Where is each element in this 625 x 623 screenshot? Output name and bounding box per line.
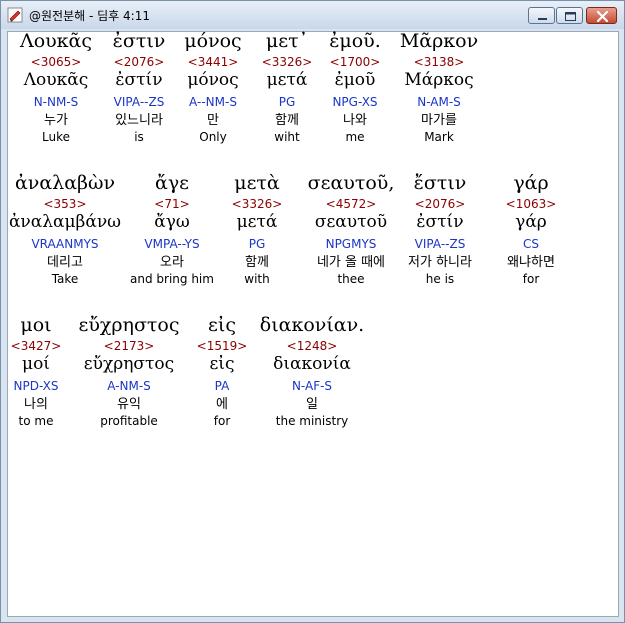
greek-word: διακονίαν.	[259, 314, 365, 336]
maximize-button[interactable]	[556, 7, 583, 24]
maximize-icon	[565, 12, 576, 21]
english-gloss: for	[522, 272, 540, 286]
morph-code: N-AF-S	[291, 379, 333, 393]
korean-gloss: 왜냐하면	[507, 255, 555, 270]
morph-code: CS	[523, 237, 539, 251]
morph-code: VRAANMYS	[31, 237, 99, 251]
korean-gloss: 일	[306, 397, 318, 412]
word-column[interactable]: Μᾶρκον <3138> Μάρκος N-AM-S 마가를 Mark	[379, 32, 499, 146]
word-column[interactable]: διακονίαν. <1248> διακονία N-AF-S 일 the minis…	[252, 316, 372, 430]
lemma-word: ἀναλαμβάνω	[8, 212, 122, 232]
greek-word: γάρ	[513, 172, 549, 194]
english-gloss: the ministry	[275, 414, 349, 428]
window-title: @원전분해 - 딤후 4:11	[29, 9, 150, 23]
app-window: @원전분해 - 딤후 4:11 Λουκᾶς <3065> Λουκᾶς N-NM-S…	[0, 0, 625, 623]
app-pen-icon[interactable]	[7, 7, 23, 23]
korean-gloss: 데리고	[47, 255, 83, 270]
lemma-word: Μάρκος	[404, 70, 474, 90]
minimize-icon	[538, 18, 547, 20]
close-button[interactable]	[586, 7, 617, 24]
strong-number: <1248>	[286, 339, 338, 353]
close-icon	[596, 10, 609, 23]
english-gloss: Take	[51, 272, 79, 286]
greek-word: Μᾶρκον	[399, 30, 479, 52]
minimize-button[interactable]	[528, 7, 555, 24]
korean-gloss: 마가를	[421, 113, 457, 128]
word-column[interactable]: ἀναλαβὼν <353> ἀναλαμβάνω VRAANMYS 데리고 Take	[5, 174, 125, 288]
word-column[interactable]: γάρ <1063> γάρ CS 왜냐하면 for	[471, 174, 591, 288]
english-gloss: Mark	[424, 130, 454, 144]
lemma-word: διακονία	[273, 354, 351, 374]
strong-number: <1063>	[505, 197, 557, 211]
title-bar[interactable]: @원전분해 - 딤후 4:11	[1, 1, 624, 29]
morph-code: N-AM-S	[417, 95, 461, 109]
greek-word: ἀναλαβὼν	[14, 172, 116, 194]
interlinear-text-view[interactable]: Λουκᾶς <3065> Λουκᾶς N-NM-S 누가 Luke ἐστιν <2076…	[7, 31, 619, 617]
lemma-word: γάρ	[515, 212, 547, 232]
strong-number: <3138>	[413, 55, 465, 69]
strong-number: <353>	[43, 197, 87, 211]
